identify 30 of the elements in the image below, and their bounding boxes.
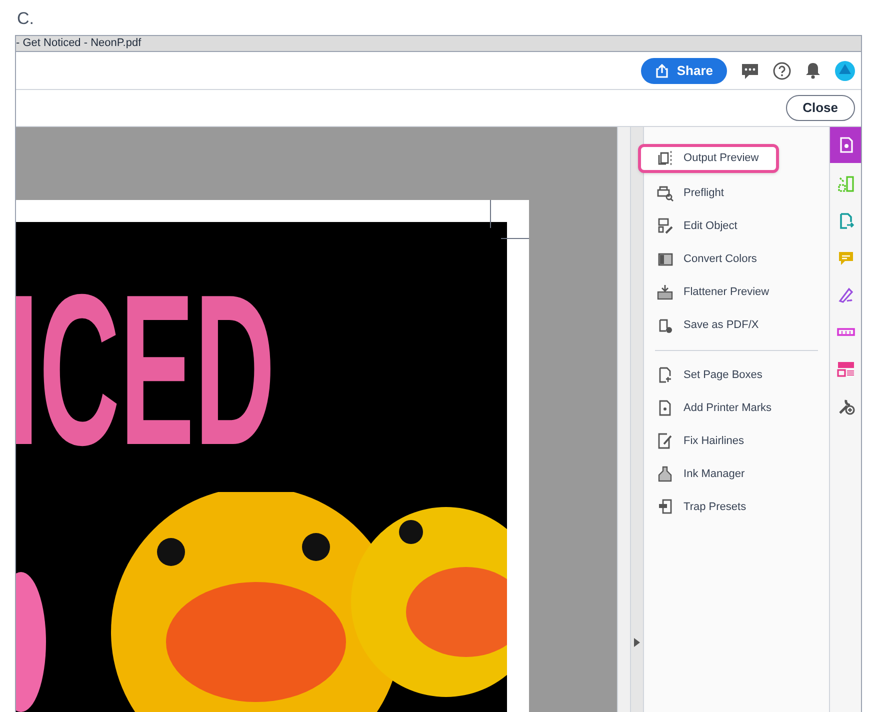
expand-arrow-icon[interactable] [634, 638, 640, 647]
poster-headline: ICED [16, 262, 276, 477]
tool-item[interactable]: Edit Object [644, 210, 830, 243]
share-icon [654, 64, 669, 78]
pages-icon [656, 150, 674, 167]
page-pencil-icon [656, 433, 674, 450]
tool-item[interactable]: Output Preview [638, 144, 780, 173]
help-icon[interactable] [773, 62, 791, 80]
printer-search-icon [656, 185, 674, 202]
tool-item[interactable]: Preflight [644, 177, 830, 210]
tool-item[interactable]: Save as PDF/X [644, 309, 830, 342]
tool-item[interactable]: Set Page Boxes [644, 359, 830, 392]
comment-icon[interactable] [741, 62, 759, 80]
bell-icon[interactable] [805, 62, 821, 79]
window-title: - Get Noticed - NeonP.pdf [16, 38, 142, 49]
avatar-icon[interactable] [835, 60, 855, 80]
tool-item[interactable]: Convert Colors [644, 243, 830, 276]
figure-label: C. [17, 9, 34, 28]
object-pencil-icon [656, 218, 674, 235]
close-button[interactable]: Close [786, 95, 855, 121]
tool-item[interactable]: Flattener Preview [644, 276, 830, 309]
ink-bottle-icon [656, 466, 674, 483]
scrollbar[interactable] [616, 127, 630, 712]
download-tray-icon [656, 284, 674, 301]
tool-item[interactable]: Trap Presets [644, 491, 830, 524]
tool-item[interactable]: Fix Hairlines [644, 425, 830, 458]
gradient-square-icon [656, 251, 674, 268]
share-button[interactable]: Share [640, 58, 727, 84]
tool-item[interactable]: Ink Manager [644, 458, 830, 491]
tool-item[interactable]: Add Printer Marks [644, 392, 830, 425]
